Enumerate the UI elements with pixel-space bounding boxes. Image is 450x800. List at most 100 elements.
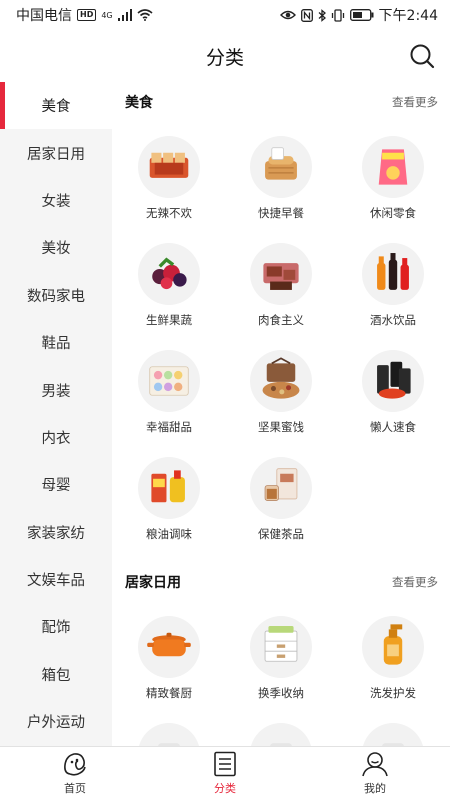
status-right: 下午2:44 bbox=[279, 5, 438, 25]
sidebar-item[interactable]: 户外运动 bbox=[0, 698, 112, 745]
drinks-icon bbox=[377, 253, 409, 290]
sidebar-item-label: 母婴 bbox=[41, 478, 71, 495]
sidebar-item[interactable]: 美食 bbox=[0, 82, 112, 130]
subcategory-item[interactable]: 粮油调味 bbox=[113, 443, 225, 550]
category-sidebar[interactable]: 美食居家日用女装美妆数码家电鞋品 男装内衣母婴家装家纺文娱车品配饰箱包户外运动 bbox=[0, 82, 112, 746]
sidebar-item[interactable]: 鞋品 bbox=[0, 319, 112, 366]
sidebar-item-label: 居家日用 bbox=[27, 146, 85, 163]
subcategory-label: 快捷早餐 bbox=[258, 206, 304, 220]
sidebar-item-label: 美食 bbox=[41, 99, 71, 116]
subcategory-item[interactable] bbox=[113, 709, 225, 746]
sidebar-item[interactable]: 女装 bbox=[0, 177, 112, 224]
subcategory-item[interactable]: 换季收纳 bbox=[225, 602, 337, 709]
sidebar-item-label: 女装 bbox=[41, 193, 71, 210]
sidebar-item-label: 箱包 bbox=[41, 667, 71, 684]
subcategory-item[interactable]: 无辣不欢 bbox=[113, 122, 225, 229]
subcategory-item[interactable]: 休闲零食 bbox=[337, 122, 449, 229]
view-more-link[interactable]: 查看更多 bbox=[392, 574, 438, 590]
subcategory-item[interactable]: 幸福甜品 bbox=[113, 336, 225, 443]
subcategory-item[interactable]: 快捷早餐 bbox=[225, 122, 337, 229]
tab-profile[interactable]: 我的 bbox=[300, 747, 450, 800]
subcategory-item[interactable]: 坚果蜜饯 bbox=[225, 336, 337, 443]
subcategory-thumbnail bbox=[362, 350, 424, 412]
sidebar-item[interactable]: 美妆 bbox=[0, 224, 112, 271]
product-icon bbox=[158, 743, 180, 746]
status-bar: 中国电信 HD 4G 下午2:44 bbox=[0, 0, 450, 30]
bottom-tab-bar: 首页 分类 我的 bbox=[0, 746, 450, 800]
subcategory-item[interactable] bbox=[225, 709, 337, 746]
battery-icon bbox=[349, 9, 374, 21]
meat-icon bbox=[263, 263, 299, 290]
subcategory-item[interactable] bbox=[337, 709, 449, 746]
subcategory-item[interactable]: 肉食主义 bbox=[225, 229, 337, 336]
subcategory-item[interactable]: 保健茶品 bbox=[225, 443, 337, 550]
subcategory-thumbnail bbox=[138, 243, 200, 305]
sidebar-item[interactable]: 文娱车品 bbox=[0, 556, 112, 603]
subcategory-thumbnail bbox=[362, 723, 424, 746]
subcategory-label: 保健茶品 bbox=[258, 527, 304, 541]
wifi-icon bbox=[137, 9, 153, 21]
search-button[interactable] bbox=[408, 42, 436, 70]
sidebar-item[interactable]: 居家日用 bbox=[0, 129, 112, 176]
tab-category-label: 分类 bbox=[214, 782, 236, 795]
page-title: 分类 bbox=[205, 46, 244, 69]
subcategory-thumbnail bbox=[250, 243, 312, 305]
subcategory-item[interactable]: 洗发护发 bbox=[337, 602, 449, 709]
noodles-icon bbox=[377, 361, 411, 399]
sidebar-item-label: 文娱车品 bbox=[27, 573, 85, 590]
sidebar-item-label: 内衣 bbox=[41, 430, 71, 447]
subcategory-label: 坚果蜜饯 bbox=[258, 420, 304, 434]
pot-icon bbox=[147, 632, 191, 657]
subcategory-item[interactable]: 生鲜果蔬 bbox=[113, 229, 225, 336]
user-icon bbox=[362, 752, 388, 777]
sidebar-item[interactable]: 内衣 bbox=[0, 414, 112, 461]
subcategory-thumbnail bbox=[362, 136, 424, 198]
category-content[interactable]: 美食 查看更多 无辣不欢 快捷早餐 休闲零食 生鲜果蔬 肉食主义 酒水饮品 幸福甜品 坚果蜜饯 懒人… bbox=[112, 82, 450, 746]
subcategory-thumbnail bbox=[362, 616, 424, 678]
subcategory-thumbnail bbox=[250, 457, 312, 519]
sidebar-item-label: 配饰 bbox=[41, 620, 71, 637]
chips-icon bbox=[378, 149, 408, 185]
nfc-icon bbox=[300, 8, 313, 22]
signal-icon bbox=[117, 9, 132, 21]
sidebar-item[interactable]: 男装 bbox=[0, 366, 112, 413]
macaron-icon bbox=[149, 366, 189, 396]
subcategory-thumbnail bbox=[138, 457, 200, 519]
sidebar-item[interactable]: 箱包 bbox=[0, 651, 112, 698]
subcategory-label: 换季收纳 bbox=[258, 686, 304, 700]
tab-home[interactable]: 首页 bbox=[0, 747, 150, 800]
subcategory-item[interactable]: 精致餐厨 bbox=[113, 602, 225, 709]
subcategory-label: 休闲零食 bbox=[370, 206, 416, 220]
subcategory-item[interactable]: 酒水饮品 bbox=[337, 229, 449, 336]
carrier-label: 中国电信 bbox=[16, 8, 72, 24]
subcategory-label: 肉食主义 bbox=[258, 313, 304, 327]
sidebar-item[interactable]: 配饰 bbox=[0, 603, 112, 650]
eye-icon bbox=[279, 10, 296, 20]
tab-category[interactable]: 分类 bbox=[150, 747, 300, 800]
product-icon bbox=[382, 743, 404, 746]
sidebar-item[interactable]: 家装家纺 bbox=[0, 509, 112, 556]
subcategory-thumbnail bbox=[362, 243, 424, 305]
subcategory-item[interactable]: 懒人速食 bbox=[337, 336, 449, 443]
sidebar-item[interactable]: 数码家电 bbox=[0, 272, 112, 319]
section-header: 居家日用 查看更多 bbox=[112, 562, 450, 602]
oil-icon bbox=[151, 470, 185, 503]
category-list-icon bbox=[214, 751, 236, 777]
hd-badge: HD bbox=[77, 9, 97, 21]
sidebar-item-label: 家装家纺 bbox=[27, 525, 85, 542]
product-icon bbox=[270, 743, 292, 746]
status-left: 中国电信 HD 4G bbox=[16, 5, 153, 25]
subcategory-label: 洗发护发 bbox=[370, 686, 416, 700]
storage-box-icon bbox=[264, 626, 298, 662]
subcategory-grid: 无辣不欢 快捷早餐 休闲零食生鲜果蔬 肉食主义 酒水饮品幸福甜品 坚果蜜饯 懒人速食粮油调味… bbox=[112, 122, 450, 550]
bluetooth-icon bbox=[318, 8, 326, 22]
view-more-link[interactable]: 查看更多 bbox=[392, 94, 438, 110]
subcategory-thumbnail bbox=[250, 616, 312, 678]
clock-label: 下午2:44 bbox=[378, 8, 438, 24]
sidebar-item[interactable]: 母婴 bbox=[0, 461, 112, 508]
sidebar-item-label: 美妆 bbox=[41, 241, 71, 258]
subcategory-thumbnail bbox=[250, 350, 312, 412]
bread-icon bbox=[265, 147, 297, 180]
sidebar-item-label: 数码家电 bbox=[27, 288, 85, 305]
